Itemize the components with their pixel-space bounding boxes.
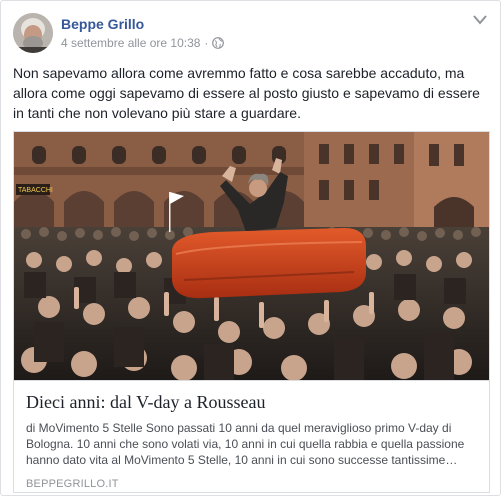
globe-icon[interactable]: [212, 37, 225, 49]
link-preview-body[interactable]: Dieci anni: dal V-day a Rousseau di MoVi…: [14, 380, 489, 492]
post-text: Non sapevamo allora come avremmo fatto e…: [13, 65, 480, 121]
link-preview-image[interactable]: TABACCHI: [14, 132, 489, 380]
avatar-photo: [13, 13, 53, 53]
author-avatar[interactable]: [13, 13, 53, 53]
post-meta: 4 settembre alle ore 10:38 ·: [61, 35, 225, 51]
link-domain: BEPPEGRILLO.IT: [26, 478, 119, 490]
chevron-down-icon[interactable]: [472, 13, 488, 27]
link-preview-card[interactable]: TABACCHI Dieci anni: dal V-day a Roussea…: [13, 131, 490, 493]
author-name[interactable]: Beppe Grillo: [61, 15, 224, 33]
link-description: di MoVimento 5 Stelle Sono passati 10 an…: [26, 421, 465, 467]
meta-separator: ·: [204, 36, 209, 50]
author-info: Beppe Grillo 4 settembre alle ore 10:38 …: [61, 15, 225, 51]
photo-shop-sign: TABACCHI: [18, 187, 53, 194]
facebook-post: Beppe Grillo 4 settembre alle ore 10:38 …: [0, 0, 501, 496]
post-timestamp[interactable]: 4 settembre alle ore 10:38: [61, 35, 200, 51]
post-header: Beppe Grillo 4 settembre alle ore 10:38 …: [13, 13, 225, 53]
link-title[interactable]: Dieci anni: dal V-day a Rousseau: [26, 391, 477, 413]
